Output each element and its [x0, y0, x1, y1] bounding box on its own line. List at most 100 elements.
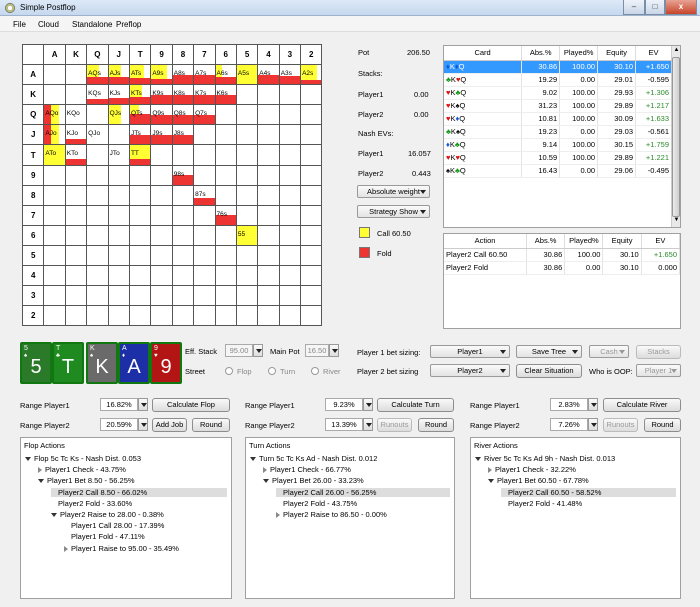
grid-cell[interactable] — [128, 224, 152, 246]
grid-cell[interactable] — [235, 124, 259, 146]
grid-cell[interactable] — [43, 244, 66, 267]
grid-cell[interactable] — [171, 184, 195, 206]
combo-row[interactable]: ♣K♥Q 19.29 0.00 29.01 -0.595 — [444, 73, 672, 87]
grid-cell[interactable] — [64, 285, 88, 307]
grid-cell[interactable]: A4s — [257, 64, 280, 86]
tree-node[interactable]: Player2 Fold - 41.48% — [501, 499, 582, 508]
grid-cell[interactable] — [257, 84, 280, 106]
grid-cell[interactable] — [235, 104, 259, 126]
grid-cell[interactable] — [257, 164, 280, 186]
board-card[interactable]: T ♣ T — [52, 342, 84, 384]
weight-select[interactable]: Absolute weight — [357, 185, 430, 198]
grid-cell[interactable] — [86, 305, 109, 327]
grid-cell[interactable] — [300, 285, 323, 307]
grid-cell[interactable] — [193, 285, 216, 307]
grid-cell[interactable]: AJo — [43, 124, 66, 146]
grid-cell[interactable] — [107, 285, 130, 307]
grid-cell[interactable] — [150, 305, 173, 327]
grid-cell[interactable] — [193, 244, 216, 267]
grid-cell[interactable] — [235, 285, 259, 307]
grid-cell[interactable] — [214, 265, 237, 287]
save-tree-select[interactable]: Save Tree — [516, 345, 582, 358]
grid-cell[interactable] — [107, 184, 130, 206]
river-range-p2-dropdown[interactable] — [588, 418, 598, 431]
grid-cell[interactable]: KJs — [107, 84, 130, 106]
close-button[interactable]: x — [665, 0, 697, 15]
combo-col-header[interactable]: Equity — [597, 46, 637, 61]
collapsed-icon[interactable] — [64, 545, 68, 552]
oop-select[interactable]: Player 1 — [636, 364, 681, 377]
grid-cell[interactable] — [86, 184, 109, 206]
flop-range-p2-input[interactable]: 20.59% — [100, 418, 138, 431]
combo-col-header[interactable]: Played% — [559, 46, 599, 61]
grid-cell[interactable] — [107, 224, 130, 246]
grid-cell[interactable]: ATo — [43, 144, 66, 166]
tree-node[interactable]: Player1 Bet 26.00 - 33.23% — [263, 476, 364, 485]
action-col-header[interactable]: EV — [641, 234, 681, 249]
grid-cell[interactable] — [64, 204, 88, 226]
combo-row[interactable]: ♠K♣Q 16.43 0.00 29.06 -0.495 — [444, 164, 672, 178]
combo-row[interactable]: ♥K♠Q 31.23 100.00 29.89 +1.217 — [444, 99, 672, 113]
grid-cell[interactable] — [214, 144, 237, 166]
main-pot-spinner[interactable] — [329, 344, 339, 357]
grid-cell[interactable] — [300, 164, 323, 186]
grid-cell[interactable] — [128, 265, 152, 287]
grid-cell[interactable]: AQo — [43, 104, 66, 126]
flop-actions-panel[interactable]: Flop Actions Flop 5c Tc Ks - Nash Dist. 0… — [20, 437, 232, 599]
combo-row[interactable]: ♦K♣Q 9.14 100.00 30.15 +1.759 — [444, 138, 672, 152]
tree-node[interactable]: Player1 Raise to 95.00 - 35.49% — [64, 544, 179, 553]
river-range-p2-input[interactable]: 7.26% — [550, 418, 588, 431]
tree-node[interactable]: Player2 Call 8.50 - 66.02% — [51, 487, 227, 497]
grid-cell[interactable] — [193, 265, 216, 287]
grid-cell[interactable] — [278, 244, 302, 267]
grid-cell[interactable]: QJo — [86, 124, 109, 146]
grid-cell[interactable]: K9s — [150, 84, 173, 106]
add-job-button[interactable]: Add Job — [152, 418, 187, 432]
grid-cell[interactable] — [43, 305, 66, 327]
grid-cell[interactable] — [150, 265, 173, 287]
grid-cell[interactable] — [300, 305, 323, 327]
grid-cell[interactable] — [214, 184, 237, 206]
grid-cell[interactable] — [171, 244, 195, 267]
grid-cell[interactable] — [278, 144, 302, 166]
main-pot-input[interactable]: 16.50 — [305, 344, 329, 357]
board-card[interactable]: K ♠ K — [86, 342, 118, 384]
grid-cell[interactable] — [43, 64, 66, 86]
grid-cell[interactable]: A7s — [193, 64, 216, 86]
grid-cell[interactable] — [171, 144, 195, 166]
stacks-button[interactable]: Stacks — [636, 345, 681, 359]
grid-cell[interactable] — [257, 124, 280, 146]
grid-cell[interactable] — [214, 124, 237, 146]
grid-cell[interactable] — [107, 265, 130, 287]
tree-node[interactable]: Player1 Check - 66.77% — [263, 465, 351, 474]
grid-cell[interactable] — [86, 244, 109, 267]
grid-cell[interactable] — [257, 104, 280, 126]
grid-cell[interactable] — [300, 184, 323, 206]
board-card[interactable]: 5 ♠ 5 — [20, 342, 52, 384]
expanded-icon[interactable] — [263, 479, 269, 484]
grid-cell[interactable]: KQo — [64, 104, 88, 126]
grid-cell[interactable]: 76s — [214, 204, 237, 226]
turn-round-button[interactable]: Round — [418, 418, 454, 432]
grid-cell[interactable] — [171, 305, 195, 327]
grid-cell[interactable] — [107, 124, 130, 146]
grid-cell[interactable] — [214, 164, 237, 186]
grid-cell[interactable]: TT — [128, 144, 152, 166]
p1-sizing-select[interactable]: Player1 — [430, 345, 510, 358]
grid-cell[interactable] — [86, 164, 109, 186]
grid-cell[interactable] — [43, 84, 66, 106]
action-col-header[interactable]: Action — [444, 234, 528, 249]
action-col-header[interactable]: Abs.% — [526, 234, 566, 249]
tree-node[interactable]: Flop 5c Tc Ks - Nash Dist. 0.053 — [25, 454, 141, 463]
grid-cell[interactable] — [278, 265, 302, 287]
turn-range-p1-dropdown[interactable] — [363, 398, 373, 411]
grid-cell[interactable] — [235, 265, 259, 287]
grid-cell[interactable] — [300, 124, 323, 146]
collapsed-icon[interactable] — [488, 467, 492, 474]
scroll-up-icon[interactable]: ▲ — [673, 47, 680, 55]
grid-cell[interactable] — [193, 224, 216, 246]
grid-cell[interactable]: J9s — [150, 124, 173, 146]
grid-cell[interactable] — [150, 224, 173, 246]
expanded-icon[interactable] — [250, 457, 256, 462]
grid-cell[interactable]: Q8s — [171, 104, 195, 126]
